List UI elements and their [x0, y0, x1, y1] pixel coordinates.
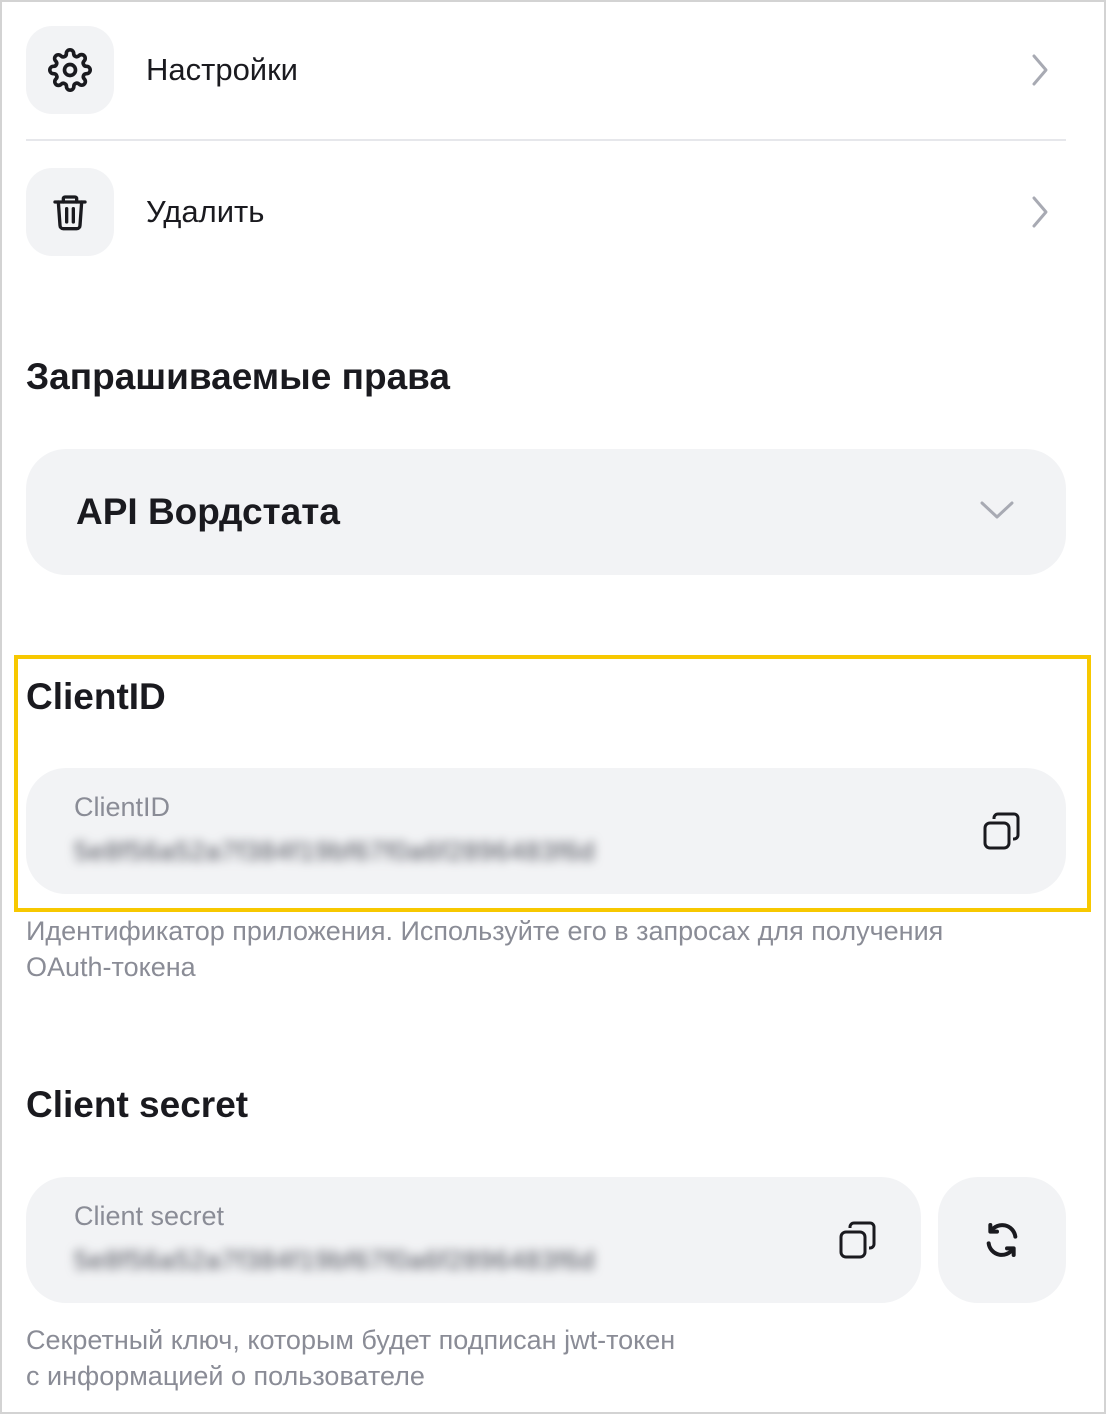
- settings-menu-item[interactable]: Настройки: [26, 26, 1066, 114]
- trash-icon: [53, 195, 87, 231]
- settings-label: Настройки: [146, 52, 299, 87]
- client-secret-value[interactable]: 5e8f56a52a7f384f19bf67f0a6f2896483f6d: [74, 1245, 595, 1276]
- permissions-select[interactable]: API Вордстата: [26, 449, 1066, 575]
- client-id-title: ClientID: [26, 676, 166, 717]
- client-secret-hint-line1: Секретный ключ, которым будет подписан j…: [26, 1325, 676, 1355]
- client-secret-field-label: Client secret: [74, 1201, 225, 1231]
- menu-divider: [26, 139, 1066, 141]
- client-secret-title: Client secret: [26, 1084, 249, 1125]
- copy-icon[interactable]: [982, 811, 1022, 851]
- copy-icon[interactable]: [838, 1220, 878, 1260]
- refresh-icon: [986, 1223, 1018, 1257]
- chevron-down-icon: [978, 499, 1016, 526]
- client-secret-field[interactable]: Client secret 5e8f56a52a7f384f19bf67f0a6…: [26, 1177, 921, 1303]
- permissions-selected-value: API Вордстата: [76, 491, 340, 532]
- settings-icon-box: [26, 26, 114, 114]
- chevron-right-icon: [1020, 192, 1060, 232]
- client-id-field[interactable]: ClientID 5e8f56a52a7f384f19bf67f0a6f2896…: [26, 768, 1066, 894]
- permissions-title: Запрашиваемые права: [26, 356, 450, 397]
- gear-icon: [48, 48, 92, 92]
- chevron-right-icon: [1020, 50, 1060, 90]
- client-id-field-label: ClientID: [74, 792, 171, 822]
- delete-label: Удалить: [146, 194, 265, 229]
- client-id-hint: Идентификатор приложения. Используйте ег…: [26, 916, 944, 982]
- regenerate-secret-button[interactable]: [938, 1177, 1066, 1303]
- client-id-value[interactable]: 5e8f56a52a7f384f19bf67f0a6f2896483f6d: [74, 836, 595, 867]
- client-secret-hint: Секретный ключ, которым будет подписан j…: [26, 1322, 675, 1394]
- delete-menu-item[interactable]: Удалить: [26, 168, 1066, 256]
- client-secret-hint-line2: с информацией о пользователе: [26, 1361, 425, 1391]
- delete-icon-box: [26, 168, 114, 256]
